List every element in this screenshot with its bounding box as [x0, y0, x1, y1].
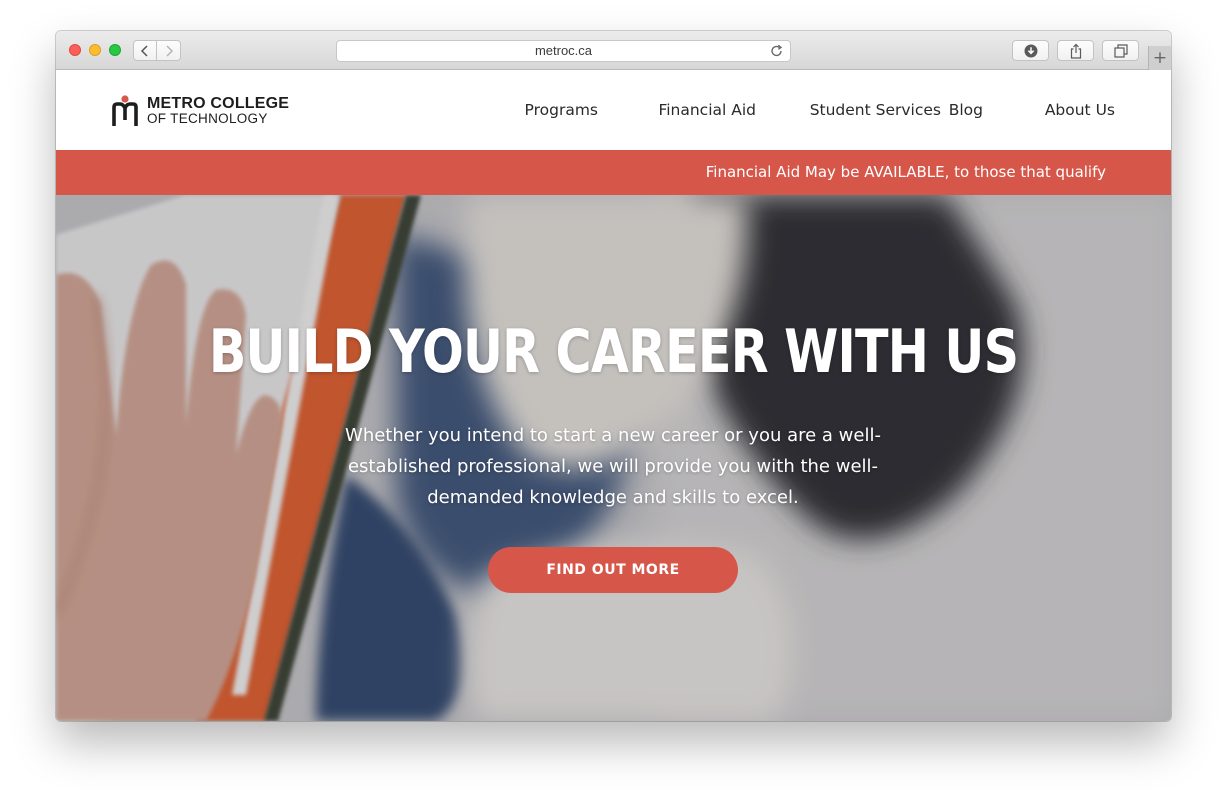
show-tabs-button[interactable]: [1102, 40, 1139, 61]
plus-icon: +: [1152, 48, 1168, 68]
url-text: metroc.ca: [534, 43, 593, 58]
browser-window: metroc.ca + METRO COLLEGE OF TECHNOLOGY …: [56, 31, 1171, 721]
address-bar[interactable]: metroc.ca: [336, 40, 791, 62]
announcement-text[interactable]: Financial Aid May be AVAILABLE, to those…: [706, 162, 1106, 182]
logo-line-1: METRO COLLEGE: [147, 95, 290, 112]
minimize-window-button[interactable]: [89, 44, 101, 56]
hero-section: BUILD YOUR CAREER WITH US Whether you in…: [56, 195, 1171, 721]
nav-blog[interactable]: Blog: [949, 100, 983, 120]
downloads-button[interactable]: [1012, 40, 1049, 61]
metro-college-logo-icon: [112, 95, 138, 126]
nav-student-services[interactable]: Student Services: [810, 100, 941, 120]
new-tab-button[interactable]: +: [1148, 46, 1171, 70]
close-window-button[interactable]: [69, 44, 81, 56]
share-button[interactable]: [1057, 40, 1094, 61]
find-out-more-button[interactable]: FIND OUT MORE: [488, 547, 738, 593]
site-header: METRO COLLEGE OF TECHNOLOGY Programs Fin…: [56, 70, 1171, 150]
chevron-right-icon: [165, 44, 173, 57]
tabs-icon: [1113, 43, 1128, 58]
download-icon: [1024, 44, 1037, 57]
nav-about-us[interactable]: About Us: [1045, 100, 1115, 120]
forward-button[interactable]: [157, 40, 181, 61]
back-button[interactable]: [133, 40, 157, 61]
zoom-window-button[interactable]: [109, 44, 121, 56]
hero-title: BUILD YOUR CAREER WITH US: [208, 317, 1019, 387]
nav-financial-aid[interactable]: Financial Aid: [658, 100, 756, 120]
logo-wordmark: METRO COLLEGE OF TECHNOLOGY: [147, 96, 289, 126]
announcement-bar: Financial Aid May be AVAILABLE, to those…: [56, 150, 1171, 195]
nav-programs[interactable]: Programs: [525, 100, 598, 120]
browser-toolbar: metroc.ca +: [56, 31, 1171, 70]
logo-line-2: OF TECHNOLOGY: [147, 111, 268, 126]
hero-subtitle: Whether you intend to start a new career…: [345, 425, 881, 508]
site-logo[interactable]: METRO COLLEGE OF TECHNOLOGY: [111, 94, 289, 128]
reload-icon[interactable]: [770, 41, 784, 61]
chevron-left-icon: [140, 44, 148, 57]
share-icon: [1070, 43, 1081, 59]
